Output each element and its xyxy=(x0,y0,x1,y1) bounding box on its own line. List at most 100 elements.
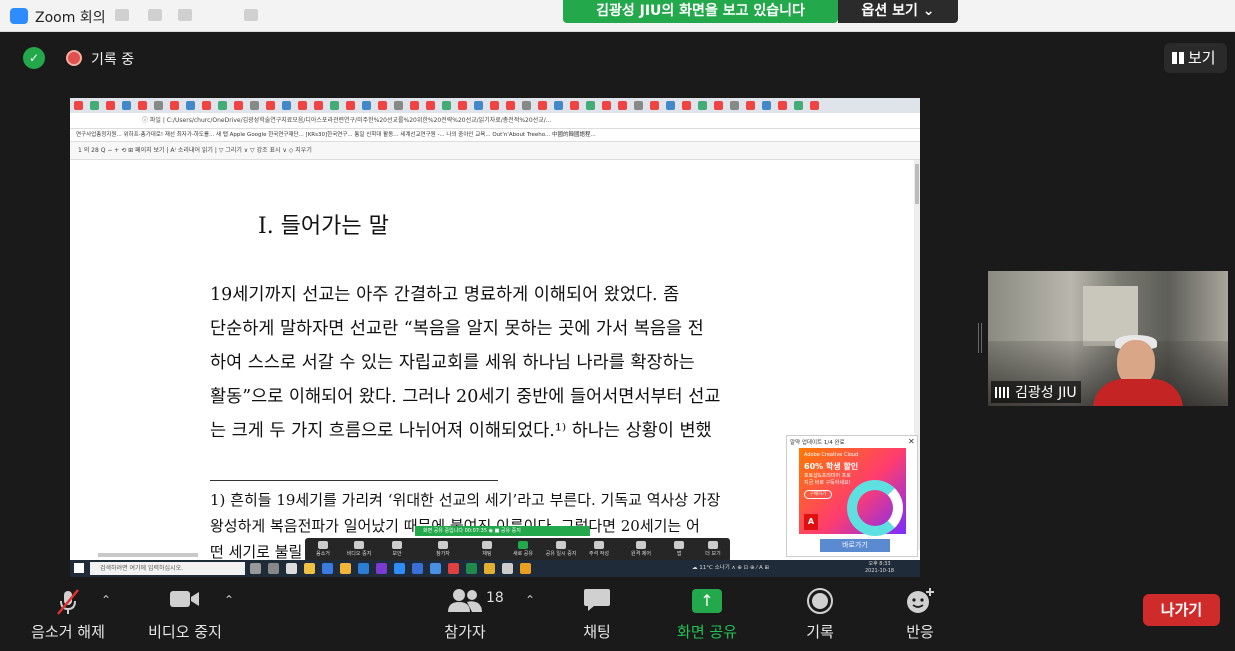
ad-image[interactable]: Adobe Creative Cloud 60% 학생 할인 포토샵&프리미어 … xyxy=(799,448,906,536)
security-shield-icon[interactable]: ✓ xyxy=(23,47,45,69)
browser-tab-icon xyxy=(314,101,323,110)
chat-label: 채팅 xyxy=(583,623,611,641)
ghost-icon xyxy=(178,9,192,21)
record-label: 기록 xyxy=(806,623,834,641)
taskbar-clock: 오후 8:33 2021-10-18 xyxy=(865,561,894,575)
participant-name-tag: 김광성 JIU xyxy=(991,381,1081,403)
browser-tab-icon xyxy=(154,101,163,110)
inner-more-item: 더 보기 xyxy=(695,541,731,557)
ad-popup: 알약 업데이트 1/4 완료 ✕ Adobe Creative Cloud 60… xyxy=(786,435,918,557)
participant-video[interactable]: 김광성 JIU xyxy=(988,271,1228,406)
inner-item-label: 주석 작성 xyxy=(589,551,609,557)
browser-tab-icon xyxy=(410,101,419,110)
file-explorer-icon xyxy=(304,563,315,574)
unmute-label: 음소거 해제 xyxy=(31,623,105,641)
share-screen-label: 화면 공유 xyxy=(677,623,737,641)
unmute-button[interactable]: 음소거 해제 xyxy=(27,587,109,642)
onenote-icon xyxy=(376,563,387,574)
chevron-up-icon[interactable]: ⌃ xyxy=(101,593,111,607)
share-icon xyxy=(518,541,528,549)
inner-item-label: 앱 xyxy=(676,551,682,557)
stop-video-button[interactable]: 비디오 중지 xyxy=(145,587,225,642)
app-icon xyxy=(286,563,297,574)
inner-item-label: 채팅 xyxy=(482,551,492,557)
inner-annotate-item: 주석 작성 xyxy=(581,541,617,557)
view-options-button[interactable]: 옵션 보기 ⌄ xyxy=(838,0,958,23)
pdf-horizontal-scrollbar[interactable] xyxy=(98,553,198,557)
share-screen-button[interactable]: ↑ 화면 공유 xyxy=(672,587,742,642)
inner-remote-control-item: 원격 제어 xyxy=(623,541,659,557)
taskbar-search-box: 검색하려면 여기에 입력하십시오. xyxy=(90,562,245,575)
browser-tab-icon xyxy=(74,101,83,110)
view-button[interactable]: 보기 xyxy=(1164,43,1227,73)
browser-tab-icon xyxy=(506,101,515,110)
browser-tab-icon xyxy=(762,101,771,110)
app-icon xyxy=(520,563,531,574)
record-icon xyxy=(801,587,839,615)
panel-splitter[interactable] xyxy=(978,323,982,353)
apps-icon xyxy=(674,541,684,549)
browser-address-bar[interactable]: ⓘ 파일 | C:/Users/churc/OneDrive/김광성학술연구지료… xyxy=(70,113,920,129)
view-label: 보기 xyxy=(1188,49,1216,67)
browser-tab-icon xyxy=(378,101,387,110)
ad-go-button[interactable]: 바로가기 xyxy=(820,539,890,552)
inner-item-label: 참가자 xyxy=(436,551,450,557)
inner-video-item: 비디오 중지 xyxy=(341,541,377,557)
ad-header: 알약 업데이트 1/4 완료 xyxy=(790,440,845,446)
reactions-button[interactable]: 반응 xyxy=(901,587,939,642)
word-icon xyxy=(412,563,423,574)
participant-name: 김광성 JIU xyxy=(1015,385,1077,401)
system-tray: ☁ 11°C 소나기 ∧ ⊕ ⊡ ⊕ ⁄ A ⊞ xyxy=(692,565,770,571)
app-icon xyxy=(466,563,477,574)
edge-icon xyxy=(358,563,369,574)
browser-tab-icon xyxy=(458,101,467,110)
zoom-logo-icon xyxy=(10,8,28,24)
clock-time: 오후 8:33 xyxy=(868,561,891,567)
inner-item-label: 음소거 xyxy=(316,551,330,557)
inner-chat-item: 채팅 xyxy=(469,541,505,557)
inner-share-status-bar: 화면 공유 중입니다 00:07:35 ◉ ■ 공유 중지 xyxy=(415,526,590,536)
screen-share-banner: 김광성 JIU의 화면을 보고 있습니다 xyxy=(563,0,838,23)
participants-icon xyxy=(440,587,490,615)
inner-item-label: 보안 xyxy=(392,551,402,557)
browser-tab-icon xyxy=(522,101,531,110)
recording-status-label: 기록 중 xyxy=(91,52,135,68)
app-icon xyxy=(502,563,513,574)
browser-tab-icon xyxy=(122,101,131,110)
paragraph-line: 하여 스스로 서갈 수 있는 자립교회를 세워 하나님 나라를 확장하는 xyxy=(210,353,695,373)
windows-taskbar: 검색하려면 여기에 입력하십시오. ☁ 11°C 소나기 ∧ ⊕ ⊡ ⊕ ⁄ A… xyxy=(70,560,920,577)
close-icon[interactable]: ✕ xyxy=(908,437,915,446)
video-camera-icon xyxy=(145,587,225,615)
record-button[interactable]: 기록 xyxy=(801,587,839,642)
participants-count: 18 xyxy=(486,590,504,606)
windows-start-icon xyxy=(74,563,84,573)
app-icon xyxy=(484,563,495,574)
chevron-up-icon[interactable]: ⌃ xyxy=(525,593,535,607)
adobe-logo: A xyxy=(804,514,818,530)
browser-tab-icon xyxy=(714,101,723,110)
chat-button[interactable]: 채팅 xyxy=(576,587,618,642)
inner-zoom-toolbar: 음소거 비디오 중지 보안 참가자 채팅 새로 공유 공유 일시 중지 주석 작… xyxy=(305,538,730,562)
muted-mic-icon xyxy=(27,587,109,615)
browser-tab-icon xyxy=(554,101,563,110)
browser-tab-icon xyxy=(810,101,819,110)
browser-tab-icon xyxy=(138,101,147,110)
browser-tab-icon xyxy=(746,101,755,110)
inner-pause-share-item: 공유 일시 중지 xyxy=(543,541,579,557)
view-options-label: 옵션 보기 xyxy=(861,3,918,19)
browser-tab-icon xyxy=(234,101,243,110)
browser-tab-icon xyxy=(538,101,547,110)
participants-button[interactable]: 참가자 xyxy=(440,587,490,642)
chevron-up-icon[interactable]: ⌃ xyxy=(224,593,234,607)
browser-tab-icon xyxy=(650,101,659,110)
browser-tab-icon xyxy=(618,101,627,110)
paragraph-line: 19세기까지 선교는 아주 간결하고 명료하게 이해되어 왔었다. 좀 xyxy=(210,285,680,305)
leave-button[interactable]: 나가기 xyxy=(1143,594,1220,626)
browser-tab-icon xyxy=(282,101,291,110)
pause-icon xyxy=(556,541,566,549)
footnote-divider xyxy=(210,480,498,481)
browser-tab-icon xyxy=(346,101,355,110)
stop-video-label: 비디오 중지 xyxy=(148,623,222,641)
browser-tab-icon xyxy=(426,101,435,110)
scrollbar-thumb[interactable] xyxy=(915,164,919,204)
